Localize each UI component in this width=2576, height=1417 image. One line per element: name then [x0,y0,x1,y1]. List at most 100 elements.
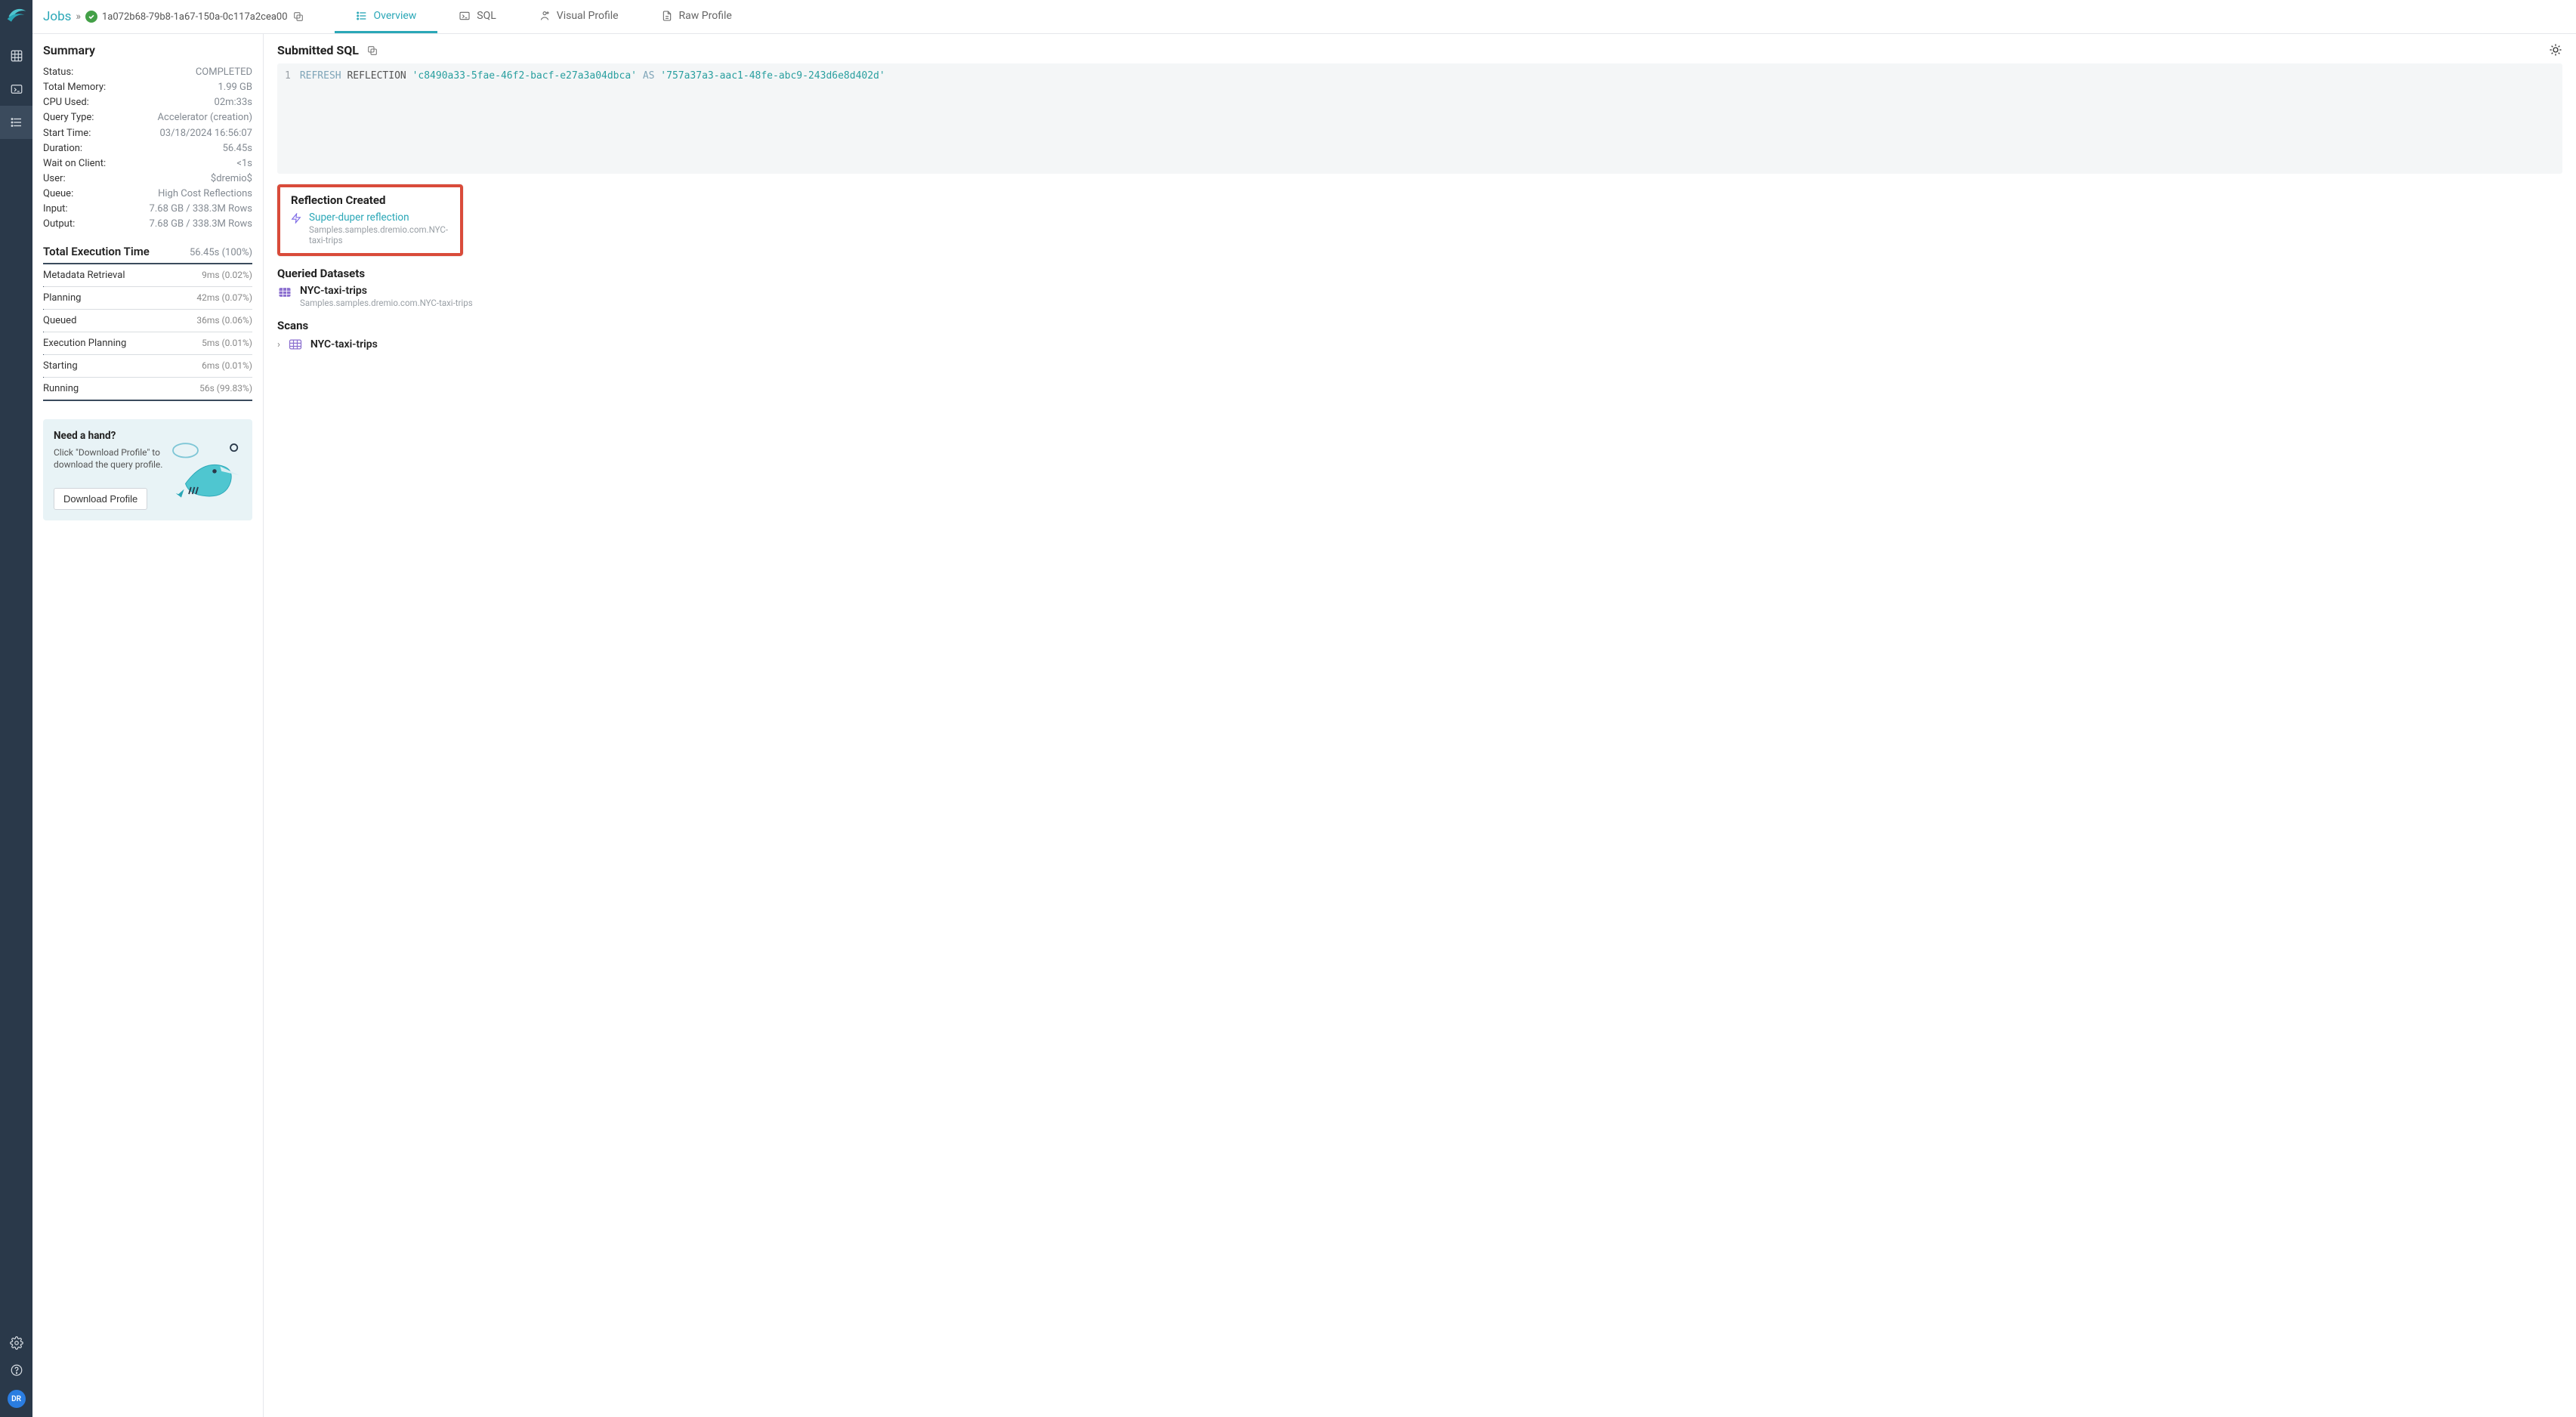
phase-name: Planning [43,292,81,304]
summary-row: Input: 7.68 GB / 338.3M Rows [43,202,252,217]
dataset-icon [277,285,292,300]
copy-sql-icon[interactable] [366,45,378,57]
phase-name: Queued [43,315,76,326]
summary-key: Total Memory: [43,80,106,95]
tab-raw-profile-label: Raw Profile [679,10,732,22]
tab-list: Overview SQL Visual Profile Raw Profile [335,0,753,33]
left-nav: DR [0,0,32,1417]
submitted-sql-heading: Submitted SQL [277,43,2562,57]
summary-row: Wait on Client: <1s [43,156,252,171]
breadcrumb: Jobs » 1a072b68-79b8-1a67-150a-0c117a2ce… [43,0,304,33]
phase-name: Execution Planning [43,338,126,349]
phase-value: 56s (99.83%) [199,383,252,394]
summary-key: Output: [43,217,75,232]
reflection-path: Samples.samples.dremio.com.NYC-taxi-trip… [309,224,449,245]
sql-code-block[interactable]: 1REFRESH REFLECTION 'c8490a33-5fae-46f2-… [277,63,2562,174]
phase-name: Starting [43,360,78,372]
summary-value: 7.68 GB / 338.3M Rows [150,217,252,232]
summary-value: 7.68 GB / 338.3M Rows [150,202,252,217]
chevron-right-icon: » [76,11,81,23]
app-logo[interactable] [6,5,27,26]
phase-row: Execution Planning 5ms (0.01%) [43,332,252,355]
phase-value: 42ms (0.07%) [196,292,252,303]
summary-key: Duration: [43,141,82,156]
tab-overview[interactable]: Overview [335,0,438,33]
nav-sql-runner[interactable] [0,73,32,106]
tab-visual-profile[interactable]: Visual Profile [517,0,640,33]
tab-raw-profile[interactable]: Raw Profile [640,0,753,33]
summary-row: User: $dremio$ [43,171,252,187]
breadcrumb-root-link[interactable]: Jobs [43,9,71,24]
summary-value: High Cost Reflections [158,187,252,202]
phase-value: 5ms (0.01%) [202,338,252,348]
summary-value: $dremio$ [211,171,252,187]
breadcrumb-job-id: 1a072b68-79b8-1a67-150a-0c117a2cea00 [102,11,288,23]
status-success-icon [85,11,97,23]
help-text: Click "Download Profile" to download the… [54,446,167,472]
exec-time-heading: Total Execution Time [43,245,150,258]
dataset-row[interactable]: NYC-taxi-trips Samples.samples.dremio.co… [277,285,2562,308]
phase-value: 36ms (0.06%) [196,315,252,326]
topbar: Jobs » 1a072b68-79b8-1a67-150a-0c117a2ce… [32,0,2576,34]
summary-key: Queue: [43,187,73,202]
tab-overview-label: Overview [374,10,417,22]
summary-value: 1.99 GB [218,80,252,95]
reflection-bolt-icon [291,213,301,227]
copy-icon[interactable] [292,11,304,23]
summary-heading: Summary [43,43,252,57]
detail-panel: Submitted SQL 1REFRESH REFLECTION 'c8490… [264,34,2576,1417]
nav-datasets[interactable] [0,39,32,73]
phase-row: Running 56s (99.83%) [43,378,252,401]
nav-settings[interactable] [0,1329,32,1357]
phase-row: Starting 6ms (0.01%) [43,355,252,378]
reflection-created-card: Reflection Created Super-duper reflectio… [277,184,463,256]
summary-row: Output: 7.68 GB / 338.3M Rows [43,217,252,232]
line-number: 1 [285,70,300,82]
reflection-name-link[interactable]: Super-duper reflection [309,211,449,224]
summary-panel: Summary Status: COMPLETED Total Memory: 1.9… [32,34,264,1417]
summary-row: Query Type: Accelerator (creation) [43,110,252,125]
scans-heading: Scans [277,319,2562,332]
summary-row: Status: COMPLETED [43,65,252,80]
scan-row[interactable]: › NYC-taxi-trips [277,337,2562,352]
expand-chevron-icon[interactable]: › [277,339,280,350]
phase-row: Queued 36ms (0.06%) [43,310,252,332]
summary-value: <1s [236,156,252,171]
phase-row: Metadata Retrieval9ms (0.02%) [43,264,252,287]
user-avatar[interactable]: DR [8,1390,26,1408]
phase-name: Running [43,383,79,394]
summary-key: Status: [43,65,73,80]
summary-row: Total Memory: 1.99 GB [43,80,252,95]
summary-key: Input: [43,202,68,217]
summary-key: Query Type: [43,110,94,125]
summary-key: CPU Used: [43,95,89,110]
tab-sql-label: SQL [477,10,496,22]
help-box: Need a hand? Click "Download Profile" to… [43,419,252,521]
summary-value: Accelerator (creation) [158,110,252,125]
theme-toggle-icon[interactable] [2549,43,2562,60]
phase-value: 9ms (0.02%) [202,270,252,280]
phase-value: 6ms (0.01%) [202,360,252,371]
summary-key: User: [43,171,66,187]
dataset-name: NYC-taxi-trips [300,285,473,297]
summary-row: CPU Used: 02m:33s [43,95,252,110]
exec-time-total: 56.45s (100%) [190,247,252,258]
summary-value: COMPLETED [196,65,252,80]
summary-key: Start Time: [43,126,91,141]
phase-row: Planning 42ms (0.07%) [43,287,252,310]
summary-value: 56.45s [223,141,252,156]
tab-sql[interactable]: SQL [437,0,517,33]
summary-value: 02m:33s [215,95,252,110]
summary-key: Wait on Client: [43,156,106,171]
exec-time-header: Total Execution Time 56.45s (100%) [43,245,252,264]
summary-row: Start Time:03/18/2024 16:56:07 [43,126,252,141]
scan-name: NYC-taxi-trips [310,338,378,350]
download-profile-button[interactable]: Download Profile [54,488,147,510]
summary-row: Duration: 56.45s [43,141,252,156]
dataset-icon [288,337,303,352]
narwhal-illustration [165,428,248,511]
summary-row: Queue: High Cost Reflections [43,187,252,202]
tab-visual-profile-label: Visual Profile [557,10,619,22]
nav-jobs[interactable] [0,106,32,139]
nav-help[interactable] [0,1357,32,1384]
